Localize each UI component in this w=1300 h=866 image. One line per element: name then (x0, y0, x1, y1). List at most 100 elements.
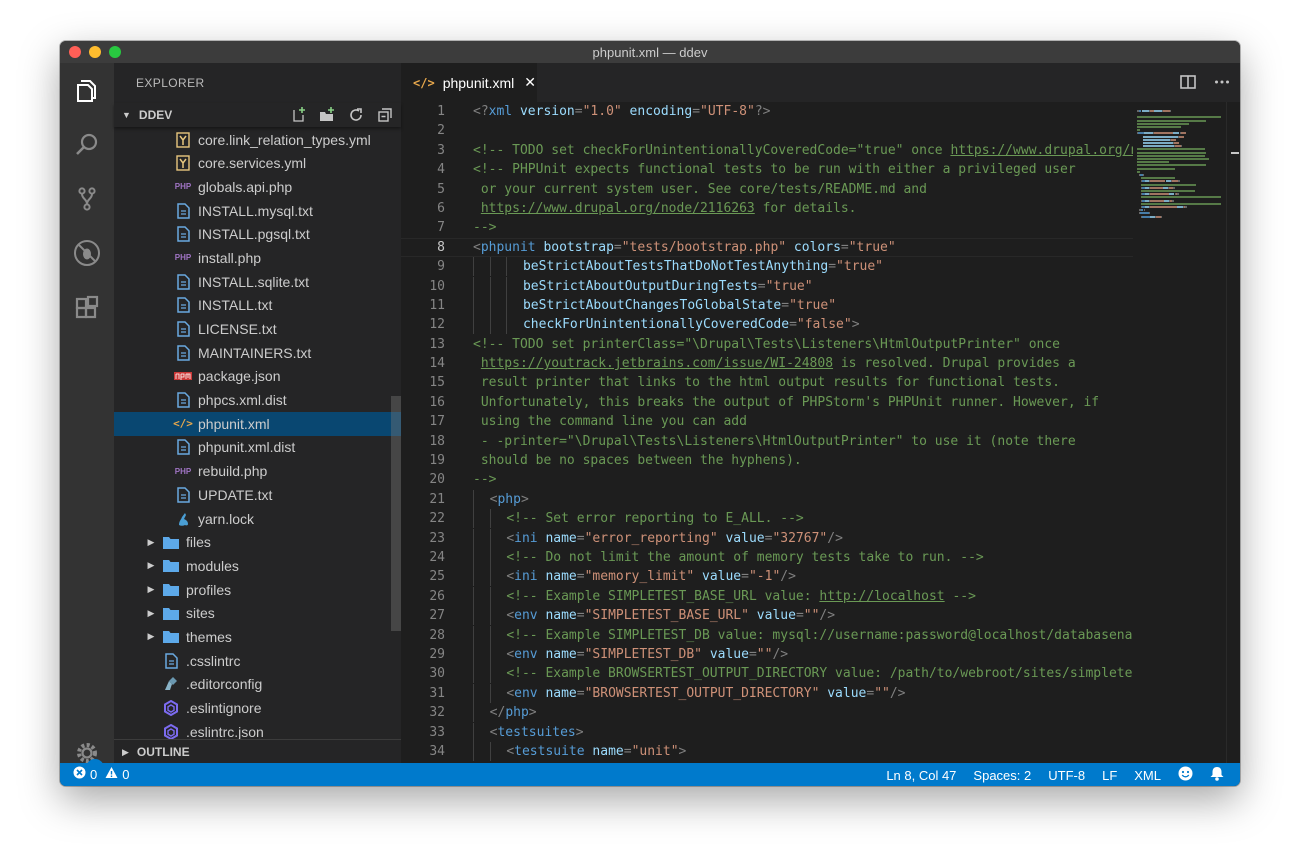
code-line[interactable]: 22 <!-- Set error reporting to E_ALL. --… (401, 509, 1133, 529)
file-item[interactable]: yarn.lock (114, 507, 401, 531)
code-line[interactable]: 5 or your current system user. See core/… (401, 180, 1133, 199)
file-item-selected[interactable]: </> phpunit.xml (114, 411, 401, 436)
more-actions-icon[interactable] (1214, 74, 1230, 95)
file-encoding[interactable]: UTF-8 (1048, 768, 1085, 783)
code-line[interactable]: 32 </php> (401, 703, 1133, 723)
file-item[interactable]: phpunit.xml.dist (114, 436, 401, 460)
file-item[interactable]: .eslintrc.json (114, 720, 401, 739)
folder-item[interactable]: ▶ files (114, 530, 401, 554)
file-item[interactable]: MAINTAINERS.txt (114, 341, 401, 365)
code-link[interactable]: https://www.drupal.org/node/2116263 (481, 201, 755, 216)
split-editor-icon[interactable] (1180, 74, 1196, 95)
code-line[interactable]: 33 <testsuites> (401, 722, 1133, 742)
code-line[interactable]: 7 --> (401, 218, 1133, 237)
file-item[interactable]: INSTALL.pgsql.txt (114, 222, 401, 246)
code-line[interactable]: 18 - -printer="\Drupal\Tests\Listeners\H… (401, 432, 1133, 451)
new-folder-icon[interactable] (319, 107, 335, 123)
code-line[interactable]: 25 <ini name="memory_limit" value="-1"/> (401, 567, 1133, 587)
notifications-bell-icon[interactable] (1210, 766, 1224, 784)
code-link[interactable]: https://www.drupal.org/node/2626832 (950, 143, 1133, 158)
code-editor[interactable]: 1 <?xml version="1.0" encoding="UTF-8"?> 2… (401, 102, 1133, 763)
file-item[interactable]: package.json (114, 365, 401, 389)
code-line[interactable]: 13 <!-- TODO set printerClass="\Drupal\Te… (401, 335, 1133, 354)
file-item[interactable]: UPDATE.txt (114, 483, 401, 507)
close-window-button[interactable] (69, 46, 81, 58)
code-token: result printer that links to the html ou… (473, 375, 1060, 391)
outline-section-header[interactable]: ▶ OUTLINE (114, 739, 401, 764)
file-item[interactable]: PHP install.php (114, 246, 401, 270)
code-line[interactable]: 27 <env name="SIMPLETEST_BASE_URL" value… (401, 606, 1133, 626)
code-line[interactable]: 28 <!-- Example SIMPLETEST_DB value: mys… (401, 625, 1133, 645)
tree-item-label: profiles (186, 581, 232, 598)
file-item[interactable]: LICENSE.txt (114, 317, 401, 341)
code-line[interactable]: 12 checkForUnintentionallyCoveredCode="f… (401, 315, 1133, 335)
code-line[interactable]: 15 result printer that links to the html… (401, 373, 1133, 392)
search-icon[interactable] (71, 129, 103, 161)
cursor-position[interactable]: Ln 8, Col 47 (886, 768, 956, 783)
file-item[interactable]: PHP rebuild.php (114, 459, 401, 483)
code-line[interactable]: 29 <env name="SIMPLETEST_DB" value=""/> (401, 644, 1133, 664)
refresh-icon[interactable] (348, 107, 364, 123)
folder-item[interactable]: ▶ sites (114, 601, 401, 625)
code-line[interactable]: 34 <testsuite name="unit"> (401, 741, 1133, 761)
minimap[interactable] (1133, 102, 1226, 763)
end-of-line[interactable]: LF (1102, 768, 1117, 783)
code-token: = (840, 239, 849, 255)
collapse-all-icon[interactable] (377, 107, 393, 123)
minimap-token (1154, 110, 1163, 112)
code-line[interactable]: 2 (401, 121, 1133, 140)
code-line[interactable]: 10 beStrictAboutOutputDuringTests="true" (401, 276, 1133, 296)
code-line[interactable]: 8 <phpunit bootstrap="tests/bootstrap.php… (401, 238, 1133, 257)
code-line[interactable]: 31 <env name="BROWSERTEST_OUTPUT_DIRECTO… (401, 683, 1133, 703)
code-line[interactable]: 21 <php> (401, 489, 1133, 509)
explorer-icon[interactable] (71, 75, 103, 107)
tab-phpunit-xml[interactable]: </> phpunit.xml ✕ (401, 63, 537, 102)
sidebar-scrollbar[interactable] (391, 396, 401, 631)
code-line[interactable]: 3 <!-- TODO set checkForUnintentionallyCo… (401, 141, 1133, 160)
code-line[interactable]: 4 <!-- PHPUnit expects functional tests t… (401, 160, 1133, 179)
indentation[interactable]: Spaces: 2 (973, 768, 1031, 783)
file-item[interactable]: core.link_relation_types.yml (114, 128, 401, 152)
code-line[interactable]: 16 Unfortunately, this breaks the output… (401, 393, 1133, 412)
feedback-smiley-icon[interactable] (1178, 766, 1193, 784)
problems-indicator[interactable]: 0 0 (73, 766, 129, 782)
code-line[interactable]: 1 <?xml version="1.0" encoding="UTF-8"?> (401, 102, 1133, 121)
workspace-section-header[interactable]: ▼ DDEV (114, 103, 401, 127)
debug-icon[interactable] (71, 237, 103, 269)
code-line[interactable]: 17 using the command line you can add (401, 412, 1133, 431)
zoom-window-button[interactable] (109, 46, 121, 58)
editor-scrollbar[interactable] (1226, 102, 1240, 763)
extensions-icon[interactable] (71, 291, 103, 323)
code-line[interactable]: 30 <!-- Example BROWSERTEST_OUTPUT_DIREC… (401, 664, 1133, 684)
folder-item[interactable]: ▶ modules (114, 554, 401, 578)
code-line[interactable]: 24 <!-- Do not limit the amount of memor… (401, 547, 1133, 567)
file-item[interactable]: phpcs.xml.dist (114, 388, 401, 412)
minimize-window-button[interactable] (89, 46, 101, 58)
error-icon (73, 766, 86, 782)
new-file-icon[interactable] (290, 107, 306, 123)
file-item[interactable]: PHP globals.api.php (114, 175, 401, 199)
file-item[interactable]: INSTALL.sqlite.txt (114, 270, 401, 294)
file-item[interactable]: .eslintignore (114, 696, 401, 720)
code-line[interactable]: 9 beStrictAboutTestsThatDoNotTestAnythin… (401, 257, 1133, 277)
code-line[interactable]: 26 <!-- Example SIMPLETEST_BASE_URL valu… (401, 586, 1133, 606)
file-item[interactable]: INSTALL.txt (114, 294, 401, 318)
code-line[interactable]: 23 <ini name="error_reporting" value="32… (401, 528, 1133, 548)
code-line[interactable]: 19 should be no spaces between the hyphe… (401, 451, 1133, 470)
source-control-icon[interactable] (71, 183, 103, 215)
file-item[interactable]: .editorconfig (114, 673, 401, 697)
code-link[interactable]: https://youtrack.jetbrains.com/issue/WI-… (481, 356, 833, 371)
file-item[interactable]: .csslintrc (114, 649, 401, 673)
folder-item[interactable]: ▶ profiles (114, 578, 401, 602)
close-tab-icon[interactable]: ✕ (524, 74, 536, 91)
code-line[interactable]: 6 https://www.drupal.org/node/2116263 fo… (401, 199, 1133, 218)
code-link[interactable]: http://localhost (819, 589, 944, 604)
file-item[interactable]: INSTALL.mysql.txt (114, 199, 401, 223)
code-text: <env name="BROWSERTEST_OUTPUT_DIRECTORY"… (473, 683, 906, 703)
code-line[interactable]: 11 beStrictAboutChangesToGlobalState="tr… (401, 295, 1133, 315)
code-line[interactable]: 14 https://youtrack.jetbrains.com/issue/… (401, 354, 1133, 373)
code-line[interactable]: 20 --> (401, 470, 1133, 489)
file-item[interactable]: core.services.yml (114, 151, 401, 175)
language-mode[interactable]: XML (1134, 768, 1161, 783)
folder-item[interactable]: ▶ themes (114, 625, 401, 649)
